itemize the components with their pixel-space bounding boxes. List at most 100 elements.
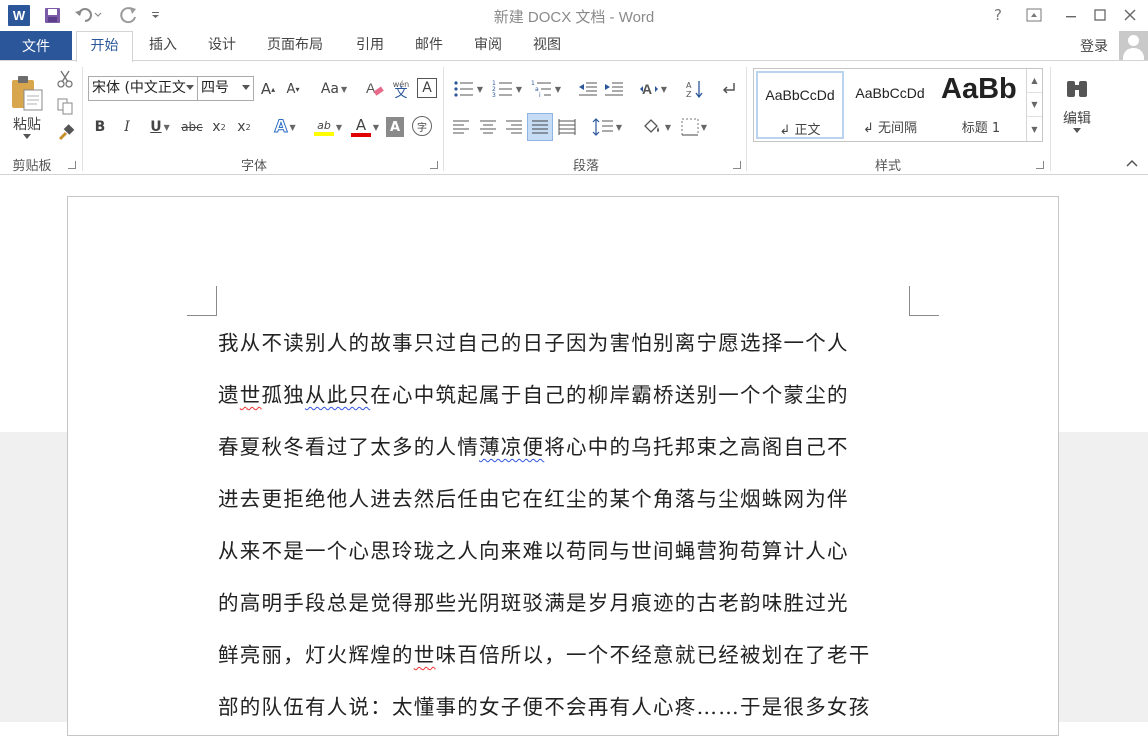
save-button[interactable]: [42, 5, 62, 25]
align-right-button[interactable]: [503, 116, 525, 138]
chinese-layout-icon: A: [639, 81, 658, 97]
shrink-font-button[interactable]: A ▾: [283, 78, 303, 100]
styles-dialog-launcher[interactable]: [1036, 161, 1044, 169]
gallery-down-button[interactable]: ▼: [1027, 93, 1042, 117]
subscript-button[interactable]: x2: [209, 116, 229, 138]
numbering-button[interactable]: 123 ▼: [489, 78, 525, 100]
text-line[interactable]: 的高明手段总是觉得那些光阴斑驳满是岁月痕迹的古老韵味胜过光: [218, 590, 918, 642]
avatar[interactable]: [1119, 31, 1148, 61]
title-bar: W 新建 DOCX 文档 - Word ?: [0, 0, 1148, 31]
spelling-flagged-text: 薄凉便: [479, 435, 545, 459]
multilevel-list-button[interactable]: 1ai ▼: [528, 78, 564, 100]
font-color-bar: [351, 132, 371, 137]
ribbon-display-options-button[interactable]: [1020, 4, 1048, 26]
sign-in-link[interactable]: 登录: [1080, 36, 1108, 56]
tab-page-layout[interactable]: 页面布局: [259, 31, 331, 60]
change-case-button[interactable]: Aa ▼: [316, 78, 352, 100]
align-center-button[interactable]: [477, 116, 499, 138]
style-no-spacing[interactable]: AaBbCcDd ↲ 无间隔: [846, 71, 934, 139]
collapse-ribbon-button[interactable]: [1122, 155, 1142, 171]
distributed-button[interactable]: [556, 116, 578, 138]
borders-button[interactable]: ▼: [676, 116, 712, 138]
decrease-indent-button[interactable]: [577, 78, 599, 100]
tab-references[interactable]: 引用: [347, 31, 393, 60]
help-button[interactable]: ?: [984, 4, 1012, 26]
word-logo-icon: W: [8, 5, 30, 26]
clear-formatting-button[interactable]: A: [364, 78, 386, 100]
bold-button[interactable]: B: [90, 116, 110, 138]
justify-button[interactable]: [527, 113, 553, 141]
strikethrough-button[interactable]: abc: [180, 116, 204, 138]
paint-bucket-icon: [644, 119, 659, 133]
window-title: 新建 DOCX 文档 - Word: [493, 9, 655, 26]
text-line[interactable]: 从来不是一个心思玲珑之人向来难以苟同与世间蝇营狗苟算计人心: [218, 538, 918, 590]
chevron-down-icon: [242, 85, 250, 90]
line-spacing-button[interactable]: ▼: [589, 116, 625, 138]
grow-font-button[interactable]: A ▴: [258, 78, 278, 100]
document-body[interactable]: 我从不读别人的故事只过自己的日子因为害怕别离宁愿选择一个人 遗世孤独从此只在心中筑…: [218, 330, 918, 746]
copy-button[interactable]: [54, 96, 76, 116]
format-painter-button[interactable]: [54, 122, 76, 142]
customize-quick-access-button[interactable]: [148, 5, 162, 25]
align-left-button[interactable]: [450, 116, 472, 138]
underline-button[interactable]: U ▼: [143, 116, 177, 138]
group-separator: [443, 67, 444, 171]
tab-mailings[interactable]: 邮件: [406, 31, 452, 60]
close-button[interactable]: [1116, 4, 1144, 26]
gallery-scrollbar[interactable]: ▲ ▼ ▼: [1026, 69, 1042, 141]
paragraph-dialog-launcher[interactable]: [733, 161, 741, 169]
style-heading-1[interactable]: AaBb 标题 1: [936, 71, 1026, 139]
svg-text:i: i: [539, 92, 541, 98]
document-page[interactable]: 我从不读别人的故事只过自己的日子因为害怕别离宁愿选择一个人 遗世孤独从此只在心中筑…: [67, 196, 1059, 736]
tab-view[interactable]: 视图: [524, 31, 570, 60]
editing-button[interactable]: 编辑: [1058, 66, 1096, 146]
font-size-combobox[interactable]: 四号: [198, 76, 254, 101]
enclose-characters-button[interactable]: 字: [412, 116, 432, 136]
minimize-button[interactable]: [1057, 4, 1085, 26]
tab-review[interactable]: 审阅: [465, 31, 511, 60]
text-effects-button[interactable]: A ▼: [268, 116, 302, 138]
font-name-combobox[interactable]: 宋体 (中文正文: [88, 76, 198, 101]
ribbon: 粘贴 剪贴板 宋体 (中文正文 四号 A ▴ A ▾ Aa ▼ A wén 文 …: [0, 60, 1148, 175]
show-hide-marks-button[interactable]: [718, 78, 740, 100]
style-normal[interactable]: AaBbCcDd ↲ 正文: [756, 71, 844, 139]
text-line[interactable]: 我从不读别人的故事只过自己的日子因为害怕别离宁愿选择一个人: [218, 330, 918, 382]
text-line[interactable]: 进去更拒绝他人进去然后任由它在红尘的某个角落与尘烟蛛网为伴: [218, 486, 918, 538]
italic-button[interactable]: I: [117, 116, 137, 138]
gallery-more-button[interactable]: ▼: [1027, 117, 1042, 141]
tab-file[interactable]: 文件: [0, 31, 72, 61]
editing-label: 编辑: [1063, 111, 1091, 127]
font-dialog-launcher[interactable]: [430, 161, 438, 169]
bullets-button[interactable]: ▼: [450, 78, 486, 100]
highlight-dropdown[interactable]: ▼: [335, 120, 343, 134]
numbering-icon: 123: [492, 80, 512, 98]
ribbon-tab-row: 文件 开始 插入 设计 页面布局 引用 邮件 审阅 视图 登录: [0, 31, 1148, 62]
character-border-button[interactable]: A: [417, 78, 437, 98]
tab-insert[interactable]: 插入: [140, 31, 186, 60]
shading-button[interactable]: ▼: [638, 116, 674, 138]
character-shading-button[interactable]: A: [386, 117, 404, 137]
cut-button[interactable]: [54, 69, 76, 89]
font-color-dropdown[interactable]: ▼: [372, 120, 380, 134]
phonetic-guide-button[interactable]: wén 文: [390, 77, 412, 101]
text-line[interactable]: 遗世孤独从此只在心中筑起属于自己的柳岸霸桥送别一个个蒙尘的: [218, 382, 918, 434]
superscript-button[interactable]: x2: [234, 116, 254, 138]
tab-design[interactable]: 设计: [199, 31, 245, 60]
undo-button[interactable]: [73, 5, 103, 25]
clipboard-dialog-launcher[interactable]: [68, 161, 76, 169]
redo-button[interactable]: [117, 5, 141, 25]
text-line[interactable]: 春夏秋冬看过了太多的人情薄凉便将心中的乌托邦束之高阁自己不: [218, 434, 918, 486]
text-line[interactable]: 鲜亮丽，灯火辉煌的世味百倍所以，一个不经意就已经被划在了老干: [218, 642, 918, 694]
sort-button[interactable]: AZ: [684, 78, 706, 100]
increase-indent-button[interactable]: [603, 78, 625, 100]
chinese-layout-button[interactable]: A ▼: [636, 78, 670, 100]
text-line[interactable]: 部的队伍有人说：太懂事的女子便不会再有人心疼……于是很多女孩: [218, 694, 918, 746]
chevron-up-icon: [1126, 159, 1138, 167]
chevron-down-icon: [1073, 128, 1081, 133]
multilevel-list-icon: 1ai: [531, 80, 551, 98]
paste-button[interactable]: 粘贴: [4, 67, 50, 147]
tab-home[interactable]: 开始: [76, 31, 133, 62]
svg-text:A: A: [686, 81, 692, 90]
gallery-up-button[interactable]: ▲: [1027, 69, 1042, 93]
maximize-button[interactable]: [1086, 4, 1114, 26]
